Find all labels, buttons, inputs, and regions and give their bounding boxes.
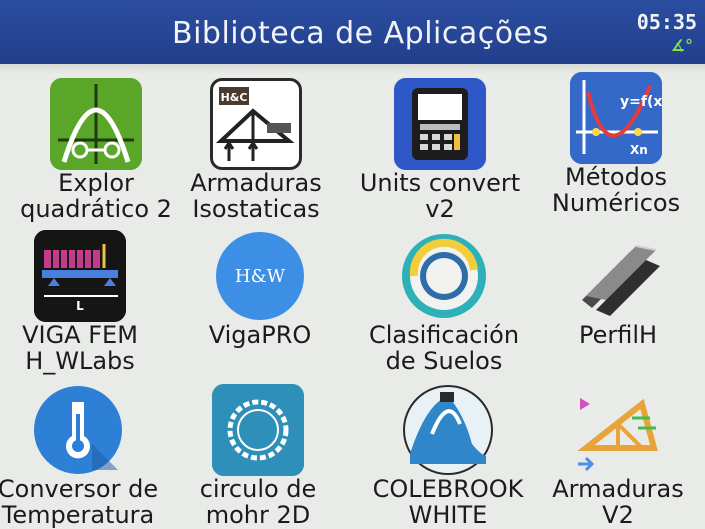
app-label: Units convert v2 bbox=[359, 169, 521, 223]
app-label: VIGA FEM H_WLabs bbox=[22, 321, 138, 375]
pipe-flow-icon bbox=[402, 384, 494, 476]
steel-beam-icon bbox=[572, 230, 664, 322]
hw-circle-icon: H&W bbox=[214, 230, 306, 322]
angle-mode-indicator: ∡° bbox=[670, 36, 693, 55]
parabola-icon bbox=[50, 78, 142, 170]
app-perfilh[interactable]: PerfilH bbox=[530, 230, 705, 385]
app-metodos-numericos[interactable]: y=f(x) Xn MétodosNuméricos bbox=[528, 72, 704, 227]
svg-text:L: L bbox=[76, 299, 84, 313]
app-armaduras-v2[interactable]: Armaduras V2 bbox=[530, 384, 705, 529]
app-colebrook-white[interactable]: COLEBROOK WHITE bbox=[360, 384, 536, 529]
app-label: Armaduras Isostaticas bbox=[190, 169, 322, 223]
app-label: Armaduras V2 bbox=[552, 475, 684, 529]
svg-text:H&C: H&C bbox=[221, 91, 248, 104]
app-label: circulo de mohr 2D bbox=[199, 475, 317, 529]
title-bar: Biblioteca de Aplicações 05:35 ∡° bbox=[0, 0, 705, 64]
truss-icon: H&C bbox=[210, 78, 302, 170]
svg-text:H&W: H&W bbox=[235, 266, 286, 287]
graph-roots-icon: y=f(x) Xn bbox=[570, 72, 662, 164]
app-label: Clasificación de Suelos bbox=[368, 321, 520, 375]
soil-rings-icon bbox=[398, 230, 490, 322]
app-viga-fem[interactable]: L VIGA FEM H_WLabs bbox=[0, 230, 168, 385]
app-label: VigaPRO bbox=[208, 321, 312, 349]
app-vigapro[interactable]: H&W VigaPRO bbox=[172, 230, 348, 385]
clock: 05:35 bbox=[636, 10, 697, 34]
page-title: Biblioteca de Aplicações bbox=[172, 16, 549, 51]
app-label: Explor quadrático 2 bbox=[20, 169, 172, 223]
app-conversor-temperatura[interactable]: Conversor de Temperatura bbox=[0, 384, 166, 529]
app-label: Métodos Numéricos bbox=[551, 163, 681, 217]
thermometer-icon bbox=[32, 384, 124, 476]
app-units-convert[interactable]: Units convert v2 bbox=[352, 78, 528, 233]
app-explor-quadratico[interactable]: Explor quadrático 2 bbox=[8, 78, 184, 233]
truss-v2-icon bbox=[572, 384, 664, 476]
app-label: COLEBROOK WHITE bbox=[372, 475, 524, 529]
app-circulo-mohr[interactable]: circulo de mohr 2D bbox=[170, 384, 346, 529]
app-library-screen: Biblioteca de Aplicações 05:35 ∡° Explor… bbox=[0, 0, 705, 529]
mohr-circle-icon bbox=[212, 384, 304, 476]
app-label: Conversor de Temperatura bbox=[0, 475, 159, 529]
app-clasificacion-suelos[interactable]: Clasificación de Suelos bbox=[356, 230, 532, 385]
beam-icon: L bbox=[34, 230, 126, 322]
svg-text:Xn: Xn bbox=[630, 143, 648, 157]
svg-text:y=f(x): y=f(x) bbox=[620, 94, 662, 110]
app-label: PerfilH bbox=[578, 321, 658, 349]
calculator-icon bbox=[394, 78, 486, 170]
app-armaduras-isostaticas[interactable]: H&C Armaduras Isostaticas bbox=[168, 78, 344, 233]
